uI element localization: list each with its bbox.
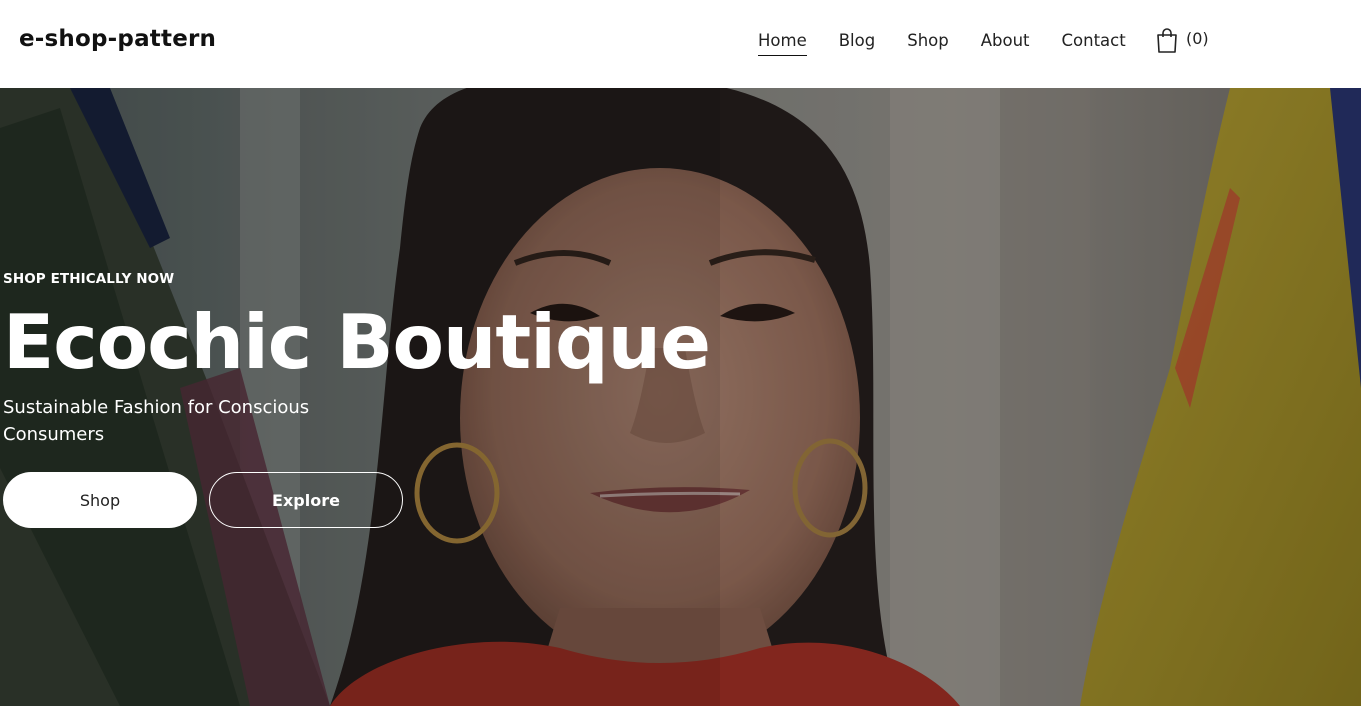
site-header: e-shop-pattern Home Blog Shop About Cont… (0, 0, 1361, 88)
nav-link-about[interactable]: About (981, 30, 1030, 52)
hero-title: Ecochic Boutique (3, 298, 711, 386)
page-bottom-strip (0, 706, 1361, 721)
hero-section: SHOP ETHICALLY NOW Ecochic Boutique Sust… (0, 88, 1361, 706)
brand-logo[interactable]: e-shop-pattern (19, 26, 216, 52)
nav-link-blog[interactable]: Blog (839, 30, 875, 52)
cart-button[interactable]: (0) (1156, 28, 1209, 58)
explore-button[interactable]: Explore (209, 472, 403, 528)
nav-link-shop[interactable]: Shop (907, 30, 949, 52)
hero-subtitle: Sustainable Fashion for Conscious Consum… (3, 397, 310, 445)
shop-button[interactable]: Shop (3, 472, 197, 528)
shopping-bag-icon (1156, 28, 1178, 58)
cart-count: (0) (1186, 29, 1209, 48)
nav-link-contact[interactable]: Contact (1062, 30, 1126, 52)
main-nav: Home Blog Shop About Contact (758, 30, 1158, 56)
nav-link-home[interactable]: Home (758, 30, 807, 56)
hero-eyebrow: SHOP ETHICALLY NOW (3, 271, 175, 287)
